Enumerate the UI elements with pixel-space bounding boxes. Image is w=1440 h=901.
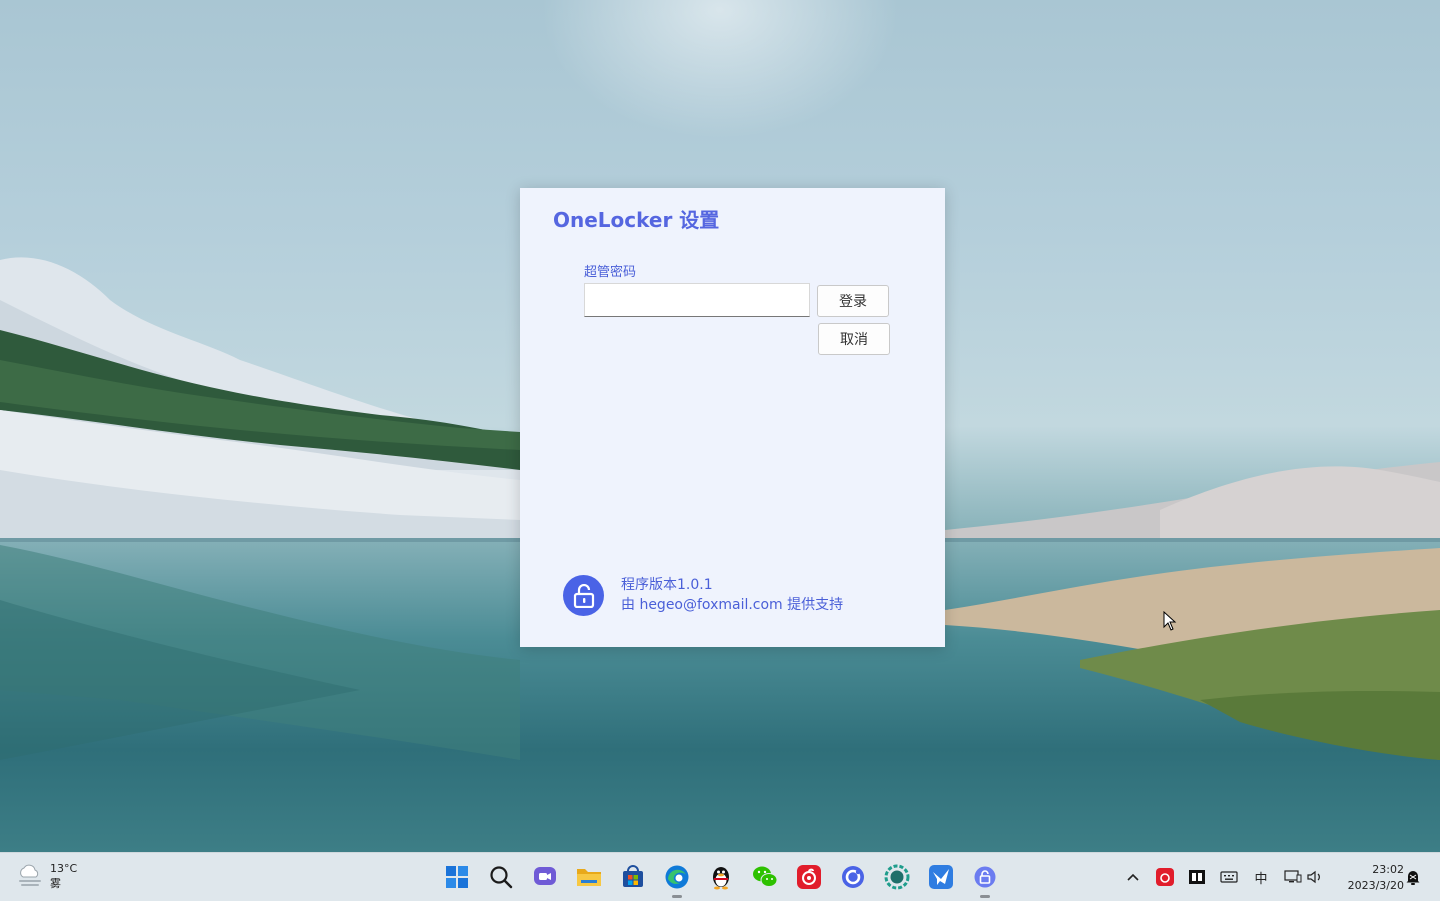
music-icon <box>797 865 821 889</box>
reader-app-icon <box>1189 870 1205 884</box>
video-chat-icon <box>534 867 556 885</box>
edge-browser-button[interactable] <box>663 863 691 898</box>
search-button[interactable] <box>487 863 515 891</box>
notification-bell-icon <box>1406 871 1420 885</box>
start-button[interactable] <box>443 863 471 891</box>
windows-logo-icon <box>446 866 468 888</box>
wechat-icon <box>753 866 778 887</box>
clock-time: 23:02 <box>1372 863 1404 876</box>
login-button[interactable]: 登录 <box>817 285 889 317</box>
penguin-icon <box>713 867 729 890</box>
wechat-button[interactable] <box>751 863 779 891</box>
onelocker-taskbar-button[interactable] <box>971 863 999 898</box>
bird-icon <box>929 865 953 889</box>
tray-app-square[interactable] <box>1187 867 1207 887</box>
support-text: 由 hegeo@foxmail.com 提供支持 <box>621 597 844 613</box>
clock-date: 2023/3/20 <box>1347 879 1404 892</box>
tray-ime-indicator[interactable]: 中 <box>1251 867 1271 887</box>
mouse-pointer-icon <box>1163 610 1177 635</box>
teal-app-button[interactable] <box>883 863 911 891</box>
blue-ring-app-button[interactable] <box>839 863 867 891</box>
teams-chat-button[interactable] <box>531 863 559 891</box>
bird-app-button[interactable] <box>927 863 955 891</box>
onelocker-settings-window: OneLocker 设置 超管密码 登录 取消 程序版本1.0.1 由 hege… <box>520 188 945 647</box>
tray-keyboard[interactable] <box>1219 867 1239 887</box>
tray-network[interactable] <box>1283 867 1303 887</box>
weather-text: 13°C 雾 <box>50 861 77 891</box>
microsoft-store-button[interactable] <box>619 863 647 891</box>
weather-widget[interactable]: 13°C 雾 <box>16 861 77 891</box>
admin-password-input[interactable] <box>584 283 810 317</box>
chevron-up-icon <box>1127 873 1139 881</box>
network-icon <box>1284 870 1302 883</box>
search-icon <box>490 866 513 889</box>
password-label: 超管密码 <box>584 265 637 280</box>
tray-clock[interactable]: 23:02 2023/3/20 <box>1334 862 1404 894</box>
edge-browser-icon <box>665 865 689 889</box>
teal-gear-icon <box>884 864 910 890</box>
store-icon <box>623 865 643 887</box>
tray-netease-music[interactable] <box>1155 867 1175 887</box>
cancel-button[interactable]: 取消 <box>818 323 890 355</box>
blue-ring-icon <box>842 866 864 888</box>
music-icon <box>1156 868 1174 886</box>
weather-temperature: 13°C <box>50 862 78 875</box>
taskbar: 13°C 雾 中 23:02 2023/3/20 <box>0 852 1440 901</box>
keyboard-icon <box>1220 871 1238 883</box>
lock-icon <box>563 575 604 616</box>
lock-icon <box>974 866 996 888</box>
tray-volume[interactable] <box>1305 867 1325 887</box>
qq-button[interactable] <box>707 863 735 891</box>
folder-icon <box>577 869 601 886</box>
footer-info: 程序版本1.0.1 由 hegeo@foxmail.com 提供支持 <box>621 575 843 615</box>
weather-condition: 雾 <box>50 877 61 890</box>
cloud-fog-icon <box>19 864 41 886</box>
speaker-icon <box>1307 870 1320 884</box>
file-explorer-button[interactable] <box>575 863 603 891</box>
show-hidden-icons-button[interactable] <box>1123 867 1143 887</box>
window-title: OneLocker 设置 <box>553 208 720 232</box>
running-indicator <box>980 895 990 898</box>
notification-button[interactable] <box>1403 867 1423 887</box>
running-indicator <box>672 895 682 898</box>
version-text: 程序版本1.0.1 <box>621 577 713 593</box>
netease-music-button[interactable] <box>795 863 823 891</box>
